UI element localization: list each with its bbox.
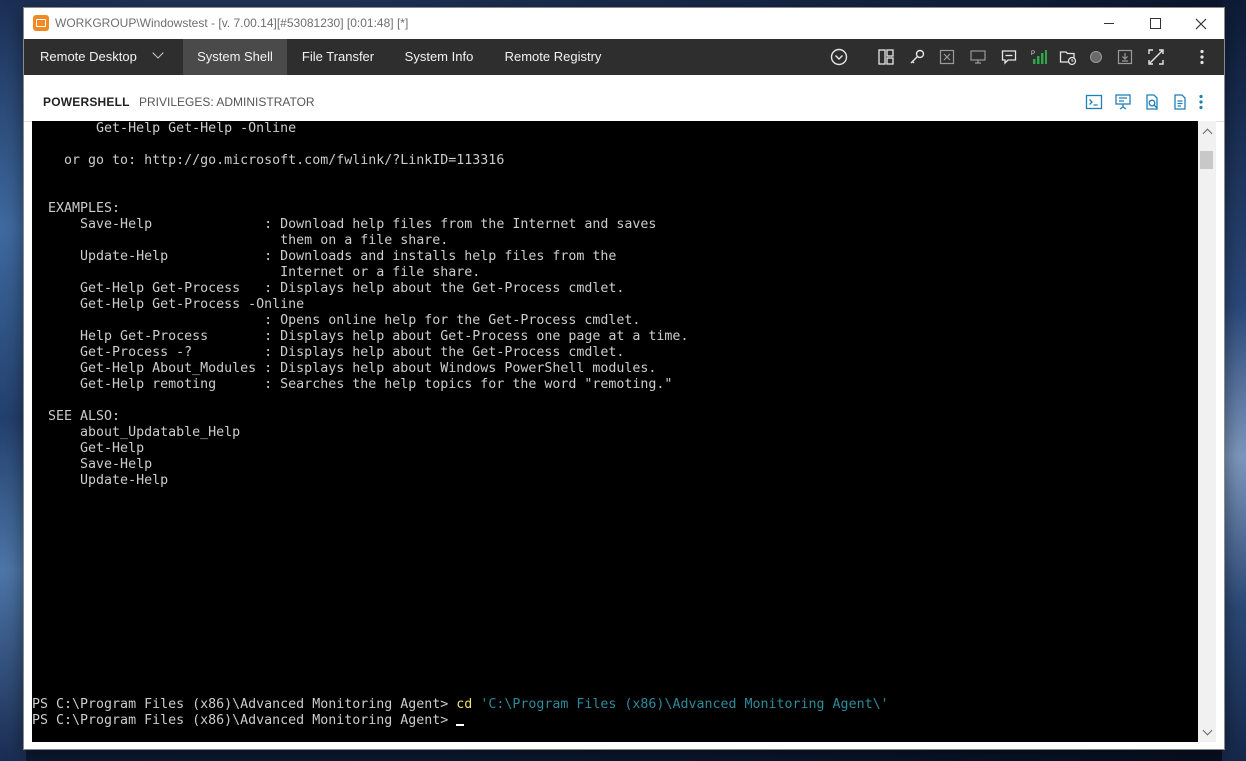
scrollbar-thumb[interactable] <box>1200 151 1213 169</box>
tab-label: Remote Desktop <box>40 49 137 64</box>
close-button[interactable] <box>1178 8 1224 39</box>
tab-remote-registry[interactable]: Remote Registry <box>489 39 617 75</box>
tab-system-info[interactable]: System Info <box>389 39 489 75</box>
chevron-circle-icon[interactable] <box>829 47 849 67</box>
folder-clock-icon[interactable] <box>1058 47 1078 67</box>
close-icon <box>1195 18 1207 29</box>
chevron-down-icon[interactable] <box>152 47 164 59</box>
command-argument: 'C:\Program Files (x86)\Advanced Monitor… <box>472 697 889 712</box>
tab-system-shell[interactable]: System Shell <box>183 39 287 75</box>
console-scrollbar[interactable] <box>1198 121 1216 742</box>
app-window: WORKGROUP\Windowstest - [v. 7.00.14][#53… <box>24 8 1224 749</box>
privileges-label: PRIVILEGES: ADMINISTRATOR <box>139 95 315 109</box>
app-logo-icon <box>33 15 49 31</box>
grid-x-icon[interactable] <box>937 47 957 67</box>
title-bar[interactable]: WORKGROUP\Windowstest - [v. 7.00.14][#53… <box>24 8 1224 39</box>
panel-title: POWERSHELL <box>43 95 130 109</box>
layout-icon[interactable] <box>876 47 896 67</box>
minimize-button[interactable] <box>1086 8 1132 39</box>
more-vertical-icon[interactable] <box>1192 47 1212 67</box>
prompt-text: PS C:\Program Files (x86)\Advanced Monit… <box>32 697 457 712</box>
tab-remote-desktop[interactable]: Remote Desktop <box>24 39 200 75</box>
key-icon[interactable] <box>907 47 927 67</box>
powershell-console[interactable]: Get-Help Get-Help -Online or go to: http… <box>32 121 1198 742</box>
fullscreen-icon[interactable] <box>1146 47 1166 67</box>
scrollbar-track[interactable] <box>1198 141 1216 722</box>
prompt-text-current: PS C:\Program Files (x86)\Advanced Monit… <box>32 713 457 728</box>
chat-icon[interactable] <box>999 47 1019 67</box>
scroll-up-button[interactable] <box>1198 123 1216 139</box>
download-icon[interactable] <box>1115 47 1135 67</box>
svg-text:P: P <box>1031 51 1035 57</box>
terminal-icon[interactable] <box>1085 93 1103 111</box>
document-icon[interactable] <box>1171 93 1189 111</box>
monitor-icon[interactable] <box>968 47 988 67</box>
maximize-button[interactable] <box>1132 8 1178 39</box>
shell-panel-header: POWERSHELL PRIVILEGES: ADMINISTRATOR <box>24 75 1224 122</box>
scroll-down-button[interactable] <box>1198 724 1216 740</box>
desktop-background-left <box>0 0 26 761</box>
presentation-icon[interactable] <box>1114 93 1132 111</box>
prompt-lines: PS C:\Program Files (x86)\Advanced Monit… <box>32 697 889 729</box>
signal-bars-icon[interactable]: P <box>1029 47 1049 67</box>
record-dot-icon[interactable] <box>1086 47 1106 67</box>
desktop-background-right <box>1222 0 1246 761</box>
command-name: cd <box>456 697 473 712</box>
search-document-icon[interactable] <box>1143 93 1161 111</box>
help-output: Get-Help Get-Help -Online or go to: http… <box>48 121 689 488</box>
tab-file-transfer[interactable]: File Transfer <box>287 39 389 75</box>
text-cursor <box>456 724 465 726</box>
main-nav-bar: Remote Desktop System Shell File Transfe… <box>24 39 1224 75</box>
panel-more-vertical-icon[interactable] <box>1192 93 1210 111</box>
window-title: WORKGROUP\Windowstest - [v. 7.00.14][#53… <box>55 16 409 30</box>
